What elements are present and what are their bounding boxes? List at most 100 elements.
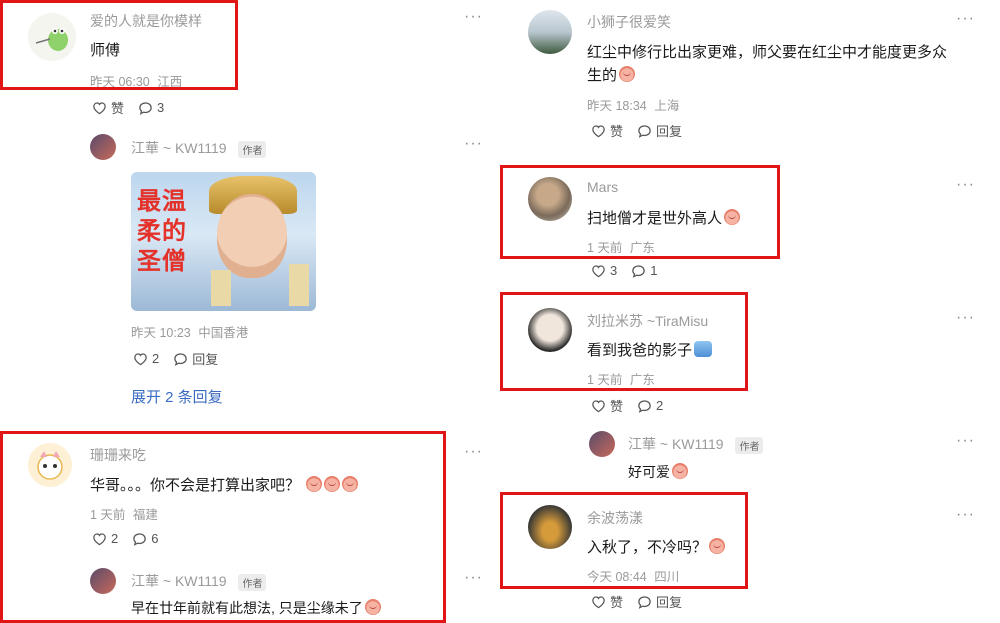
comment-text: 师傅 [90, 42, 121, 59]
comment-time: 1 天前 [587, 241, 623, 255]
like-count: 2 [152, 351, 160, 366]
comment-bubble-icon [637, 124, 652, 138]
comment-time: 1 天前 [90, 508, 126, 522]
reply-location: 中国香港 [198, 326, 249, 340]
reply-text-content: 好可爱 [628, 464, 670, 480]
smile-emoji-icon [724, 209, 741, 225]
avatar[interactable] [528, 505, 572, 549]
more-icon[interactable]: ··· [464, 569, 483, 587]
poster-caption-line: 柔的 [137, 217, 187, 245]
avatar[interactable] [28, 443, 72, 487]
author-badge: 作者 [238, 140, 267, 158]
replier-name[interactable]: 江華 ~ KW1119 作者 [131, 571, 267, 591]
like-count: 3 [610, 263, 618, 278]
comment-bubble-icon [173, 352, 188, 366]
comment-meta: 昨天 18:34 上海 [587, 95, 679, 114]
avatar[interactable] [90, 568, 116, 594]
reply-actions: 2 回复 [133, 349, 218, 368]
comment-bubble-icon [637, 595, 652, 609]
sad-emoji-icon [364, 599, 381, 615]
avatar[interactable] [90, 134, 116, 160]
reply-label: 回复 [192, 352, 219, 367]
more-icon[interactable]: ··· [956, 10, 975, 28]
sad-emoji-icon [324, 476, 341, 492]
comment-text: 扫地僧才是世外高人 [587, 207, 741, 228]
comment-text-content: 华哥。。。你不会是打算出家吧？ [90, 477, 301, 494]
author-badge: 作者 [238, 573, 267, 591]
avatar[interactable] [528, 177, 572, 221]
like-label: 赞 [610, 124, 624, 139]
replier-name[interactable]: 江華 ~ KW1119 作者 [628, 434, 764, 454]
avatar[interactable] [28, 13, 76, 61]
comment-actions: 赞 回复 [591, 592, 682, 611]
comment-location: 四川 [654, 570, 680, 584]
reply-button[interactable]: 1 [631, 263, 657, 278]
comment-text-line: 生的 [587, 64, 636, 85]
like-button[interactable]: 赞 [591, 396, 623, 415]
commenter-name[interactable]: 刘拉米苏 ~TiraMisu [587, 311, 708, 331]
heart-icon [133, 352, 148, 366]
more-icon[interactable]: ··· [464, 8, 483, 26]
like-button[interactable]: 赞 [591, 592, 623, 611]
expand-replies-link[interactable]: 展开 2 条回复 [131, 386, 223, 407]
more-icon[interactable]: ··· [956, 432, 975, 450]
comment-location: 江西 [157, 75, 183, 89]
avatar[interactable] [528, 308, 572, 352]
commenter-name[interactable]: Mars [587, 179, 618, 195]
like-button[interactable]: 赞 [591, 121, 623, 140]
comment-meta: 今天 08:44 四川 [587, 566, 679, 585]
sad-emoji-icon [342, 476, 359, 492]
more-icon[interactable]: ··· [464, 443, 483, 461]
reply-text-content: 早在廿年前就有此想法, 只是尘缘未了 [131, 600, 363, 616]
reply-count: 2 [656, 398, 664, 413]
comment-meta: 1 天前 广东 [587, 369, 655, 388]
reply-button[interactable]: 6 [132, 531, 158, 546]
smile-emoji-icon [619, 66, 636, 82]
reply-count: 1 [650, 263, 658, 278]
comment-time: 昨天 18:34 [587, 99, 647, 113]
heart-icon [591, 595, 606, 609]
comment-location: 上海 [654, 99, 680, 113]
reply-label: 回复 [656, 595, 683, 610]
heart-icon [591, 399, 606, 413]
reply-button[interactable]: 2 [637, 398, 663, 413]
avatar[interactable] [589, 431, 615, 457]
commenter-name[interactable]: 珊珊来吃 [90, 445, 146, 465]
like-button[interactable]: 2 [133, 351, 159, 366]
commenter-name[interactable]: 余波荡漾 [587, 508, 643, 528]
comment-meta: 1 天前 广东 [587, 237, 655, 256]
reply-text: 好可爱 [628, 462, 688, 482]
reply-button[interactable]: 回复 [173, 349, 218, 368]
poster-caption-line: 圣僧 [137, 247, 187, 275]
reply-button[interactable]: 回复 [637, 121, 682, 140]
reply-image[interactable]: 最温 柔的 圣僧 [131, 172, 316, 311]
face-shape [217, 194, 287, 278]
commenter-name[interactable]: 爱的人就是你模样 [90, 11, 202, 31]
more-icon[interactable]: ··· [956, 309, 975, 327]
reply-button[interactable]: 回复 [637, 592, 682, 611]
comment-actions: 赞 2 [591, 396, 663, 415]
comment-meta: 昨天 06:30 江西 [90, 71, 182, 90]
reply-button[interactable]: 3 [138, 100, 164, 115]
comment-location: 广东 [629, 373, 655, 387]
more-icon[interactable]: ··· [956, 506, 975, 524]
like-button[interactable]: 2 [92, 531, 118, 546]
tag-shape [211, 270, 231, 306]
avatar[interactable] [528, 10, 572, 54]
comment-actions: 赞 回复 [591, 121, 682, 140]
more-icon[interactable]: ··· [464, 135, 483, 153]
replier-name[interactable]: 江華 ~ KW1119 作者 [131, 138, 267, 158]
laugh-emoji-icon [672, 463, 688, 479]
heart-icon [591, 124, 606, 138]
like-button[interactable]: 3 [591, 263, 617, 278]
like-count: 2 [111, 531, 119, 546]
comment-text: 看到我爸的影子 [587, 339, 713, 360]
comment-text: 华哥。。。你不会是打算出家吧？ [90, 474, 359, 495]
commenter-name[interactable]: 小狮子很爱笑 [587, 12, 671, 32]
frog-avatar-icon [28, 13, 76, 61]
poster-caption: 最温 柔的 圣僧 [137, 186, 187, 276]
comment-bubble-icon [631, 264, 646, 278]
like-button[interactable]: 赞 [92, 98, 124, 117]
more-icon[interactable]: ··· [956, 176, 975, 194]
reply-count: 3 [157, 100, 165, 115]
